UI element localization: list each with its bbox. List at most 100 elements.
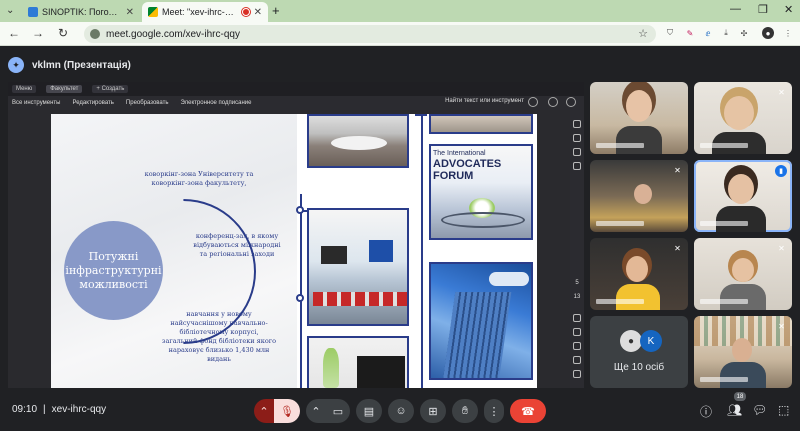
emoji-reactions-button[interactable]: ☺ (388, 399, 414, 423)
pdf-tool-convert: Преобразовать (125, 100, 169, 106)
raise-hand-button[interactable]: ✋︎ (452, 399, 478, 423)
extensions-puzzle-icon[interactable]: ✣ (738, 27, 750, 39)
camera-icon: ▭ (332, 405, 344, 418)
mic-off-icon: ✕ (778, 88, 785, 97)
minimize-icon[interactable]: — (730, 3, 741, 15)
url-text: meet.google.com/xev-ihrc-qqy (106, 28, 240, 40)
people-count-badge: 18 (734, 392, 746, 401)
participant-name (700, 377, 748, 382)
participant-tile[interactable]: ✕ (694, 82, 792, 154)
participant-tile[interactable] (590, 82, 688, 154)
pdf-side-button[interactable] (573, 370, 581, 378)
translate-extension-icon[interactable]: ⅇ (702, 27, 714, 39)
more-options-button[interactable]: ⋮ (484, 399, 504, 423)
timeline-line-left (300, 194, 302, 388)
presenter-avatar: ✦ (8, 57, 24, 73)
new-tab-button[interactable]: + (272, 3, 280, 18)
pdf-side-button[interactable] (573, 162, 581, 170)
more-vert-icon: ⋮ (488, 405, 500, 418)
monitor-shape (357, 356, 405, 388)
close-icon[interactable]: ✕ (254, 7, 262, 18)
forum-caption-top: The International (433, 150, 486, 157)
maximize-icon[interactable]: ❐ (758, 3, 768, 16)
participant-name (700, 299, 748, 304)
plant-shape (323, 348, 339, 388)
chat-icon[interactable]: 💬︎ (752, 403, 767, 417)
people-icon[interactable]: 👥︎ (727, 403, 742, 417)
camera-toggle-button[interactable]: ▭ (326, 399, 350, 423)
pdf-side-button[interactable] (573, 134, 581, 142)
sinoptik-favicon-icon (28, 7, 38, 17)
browser-tab-meet[interactable]: Meet: "xev-ihrc-qqy" ✕ (142, 2, 268, 22)
browser-menu-icon[interactable]: ⋮ (782, 27, 794, 39)
participant-tile[interactable]: ✕ (694, 238, 792, 310)
bookmark-star-icon[interactable]: ☆ (638, 27, 648, 40)
microphone-toggle-button[interactable]: 🎙︎ (274, 399, 300, 423)
participant-tile[interactable]: ✕ (590, 160, 688, 232)
timeline-node (296, 206, 304, 214)
pdf-print-icon (548, 97, 558, 107)
meet-favicon-icon (148, 7, 158, 17)
captions-icon: ▤ (363, 405, 375, 418)
video-options-button[interactable]: ⌃ (306, 399, 326, 423)
shared-tab-menu: Меню (12, 85, 37, 93)
building-glass (442, 292, 512, 378)
library-building-photo (429, 262, 533, 380)
forward-icon[interactable]: → (32, 26, 44, 40)
participant-avatar-k: K (640, 330, 662, 352)
tab-search-icon[interactable]: ⌄ (6, 5, 14, 16)
pdf-tool-sign: Электронное подписание (180, 100, 252, 106)
speaking-indicator-icon: ▮ (775, 165, 787, 177)
pdf-side-button[interactable] (573, 328, 581, 336)
pdf-mail-icon (566, 97, 576, 107)
timeline-node (296, 294, 304, 302)
pdf-side-button[interactable] (573, 342, 581, 350)
pdf-page-number: 5 (575, 280, 579, 286)
shield-extension-icon[interactable]: ⛉ (664, 27, 676, 39)
audio-options-button[interactable]: ⌃ (254, 399, 274, 423)
download-icon[interactable]: ⤓ (720, 27, 732, 39)
reload-icon[interactable]: ↻ (58, 26, 68, 40)
close-icon[interactable]: ✕ (126, 7, 134, 18)
pdf-side-button[interactable] (573, 356, 581, 364)
mic-off-icon: ✕ (674, 244, 681, 253)
participant-name (596, 299, 644, 304)
pdf-cloud-icon (528, 97, 538, 107)
library-photo (307, 336, 409, 388)
pdf-side-button[interactable] (573, 120, 581, 128)
pen-extension-icon[interactable]: ✎ (684, 27, 696, 39)
back-icon[interactable]: ← (8, 26, 20, 40)
participant-face (626, 90, 652, 122)
activities-icon[interactable]: ⬚ (778, 403, 789, 417)
captions-button[interactable]: ▤ (356, 399, 382, 423)
meeting-code: xev-ihrc-qqy (51, 404, 107, 415)
shared-window-tabs: Меню Факультет + Создать (8, 82, 584, 96)
participant-tile[interactable]: ✕ (694, 316, 792, 388)
more-participants-tile[interactable]: ● K Ще 10 осіб (590, 316, 688, 388)
participant-tile-speaking[interactable]: ▮ (694, 160, 792, 232)
shared-tab-create: + Создать (92, 85, 129, 93)
pdf-side-button[interactable] (573, 314, 581, 322)
present-screen-button[interactable]: ⊞ (420, 399, 446, 423)
profile-avatar[interactable]: ● (762, 27, 774, 39)
emoji-icon: ☺ (395, 405, 407, 417)
address-bar-row: ← → ↻ meet.google.com/xev-ihrc-qqy ☆ ⛉ ✎… (0, 22, 800, 46)
participant-name (596, 221, 644, 226)
browser-tab-sinoptik[interactable]: SINOPTIK: Погода у Васильков ✕ (22, 2, 140, 22)
participant-tile[interactable]: ✕ (590, 238, 688, 310)
site-info-icon[interactable] (90, 29, 100, 39)
url-field[interactable]: meet.google.com/xev-ihrc-qqy ☆ (84, 25, 656, 43)
info-icon[interactable]: ⓘ (700, 403, 712, 420)
pdf-side-button[interactable] (573, 148, 581, 156)
advocates-forum-photo: The International ADVOCATES FORUM (429, 144, 533, 240)
slide-text-library: навчання у новому найсучаснішому навчаль… (161, 310, 277, 363)
red-chairs (313, 292, 407, 306)
slide-title-circle: Потужні інфраструктурні можливості (64, 221, 163, 320)
participant-body (716, 206, 766, 232)
participant-name (700, 221, 748, 226)
leave-call-button[interactable]: ☎ (510, 399, 546, 423)
participant-body (616, 126, 662, 154)
coworking-photo (307, 114, 409, 168)
shared-tab-faculty: Факультет (46, 85, 83, 93)
close-window-icon[interactable]: ✕ (784, 3, 793, 16)
